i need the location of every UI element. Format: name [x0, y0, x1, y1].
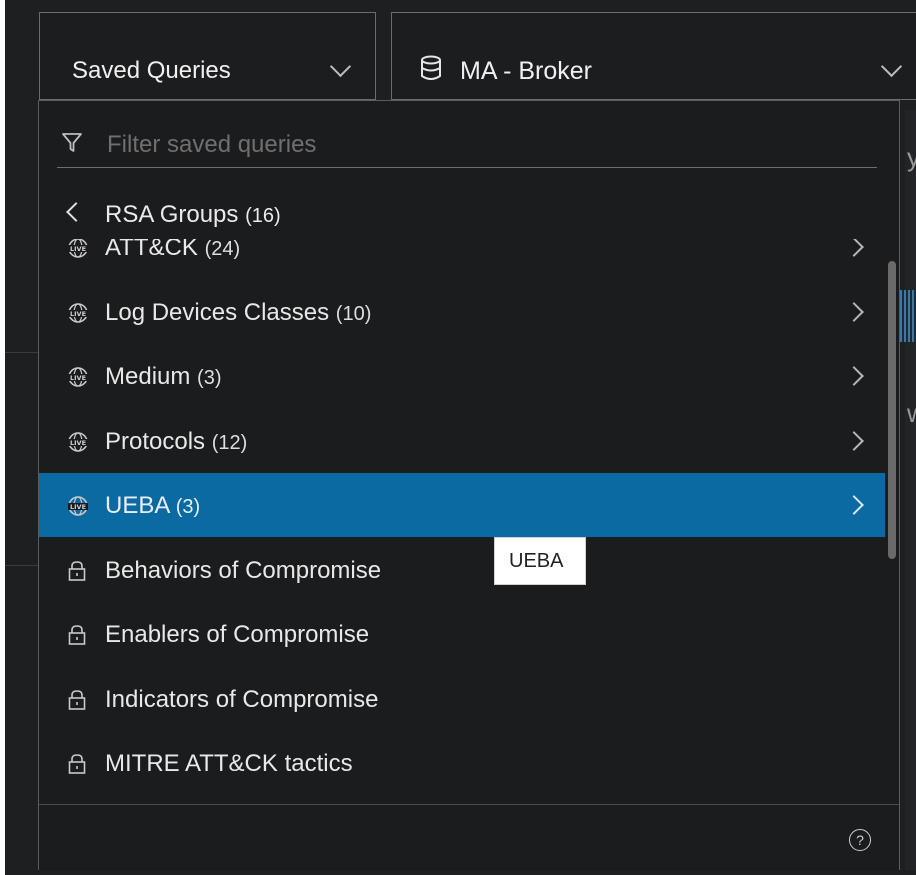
list-item-label: MITRE ATT&CK tactics: [105, 750, 353, 777]
live-icon: LIVE: [67, 431, 89, 458]
list-item-label: Medium (3): [105, 363, 222, 390]
saved-queries-dropdown[interactable]: Saved Queries: [39, 12, 376, 100]
background-fragment: y: [907, 142, 916, 172]
database-icon: [419, 55, 443, 86]
list-item[interactable]: Enablers of Compromise: [39, 602, 885, 666]
chevron-down-icon: [329, 55, 352, 78]
list-item[interactable]: Indicators of Compromise: [39, 667, 885, 731]
chevron-right-icon[interactable]: [844, 237, 864, 257]
background-fragment: w: [907, 398, 916, 429]
list-item-label: Indicators of Compromise: [105, 685, 379, 713]
chevron-right-icon[interactable]: [844, 495, 864, 515]
list-item-label: Behaviors of Compromise: [105, 556, 382, 584]
query-list: LIVE ATT&CK (24) LIVE Log Devices Classes (…: [39, 237, 885, 803]
group-back-header[interactable]: RSA Groups (16): [39, 189, 885, 239]
service-selector[interactable]: MA - Broker: [391, 12, 916, 100]
svg-text:LIVE: LIVE: [70, 245, 86, 253]
tooltip: UEBA: [494, 537, 586, 585]
chevron-down-icon: [880, 55, 903, 78]
help-icon[interactable]: ?: [849, 829, 871, 851]
lock-icon: [67, 689, 87, 716]
list-item[interactable]: LIVE ATT&CK (24): [39, 237, 885, 279]
group-title: RSA Groups (16): [105, 201, 281, 228]
svg-text:LIVE: LIVE: [70, 374, 86, 382]
live-icon: LIVE: [67, 366, 89, 393]
saved-queries-menu: RSA Groups (16) LIVE ATT&CK (24) LIVE Log D…: [38, 100, 900, 871]
scrollbar-thumb[interactable]: [888, 261, 896, 559]
list-item-label: Protocols (12): [105, 427, 248, 455]
live-icon: LIVE: [67, 237, 89, 264]
chevron-left-icon[interactable]: [66, 202, 86, 222]
lock-icon: [67, 624, 87, 651]
list-item[interactable]: Behaviors of Compromise: [39, 538, 885, 602]
background-panel: [905, 110, 916, 870]
service-label: MA - Broker: [460, 57, 592, 85]
live-icon: LIVE: [67, 495, 89, 522]
list-item-label: UEBA (3): [105, 492, 201, 519]
lock-icon: [67, 753, 87, 780]
filter-saved-queries-input[interactable]: [105, 129, 869, 161]
svg-text:LIVE: LIVE: [70, 503, 86, 511]
filter-bar: [57, 119, 877, 168]
live-icon: LIVE: [67, 302, 89, 329]
list-item-label: ATT&CK (24): [105, 237, 241, 261]
list-item-label: Enablers of Compromise: [105, 621, 370, 648]
svg-text:LIVE: LIVE: [70, 310, 86, 318]
filter-icon: [61, 132, 83, 159]
chevron-right-icon[interactable]: [844, 430, 864, 451]
list-item[interactable]: LIVE Protocols (12): [39, 409, 885, 473]
background-histogram: [900, 290, 916, 342]
svg-text:LIVE: LIVE: [70, 439, 86, 447]
chevron-right-icon[interactable]: [844, 366, 864, 386]
list-item[interactable]: LIVE UEBA (3): [39, 473, 885, 537]
app-window: y w Saved Queries MA - Broker: [5, 0, 916, 875]
saved-queries-label: Saved Queries: [72, 57, 231, 84]
list-item[interactable]: LIVE Log Devices Classes (10): [39, 280, 885, 344]
chevron-right-icon[interactable]: [844, 301, 864, 322]
lock-icon: [67, 560, 87, 587]
list-item[interactable]: LIVE Medium (3): [39, 344, 885, 408]
list-item-label: Log Devices Classes (10): [105, 298, 372, 326]
list-item[interactable]: MITRE ATT&CK tactics: [39, 731, 885, 795]
menu-footer: ?: [39, 804, 899, 871]
